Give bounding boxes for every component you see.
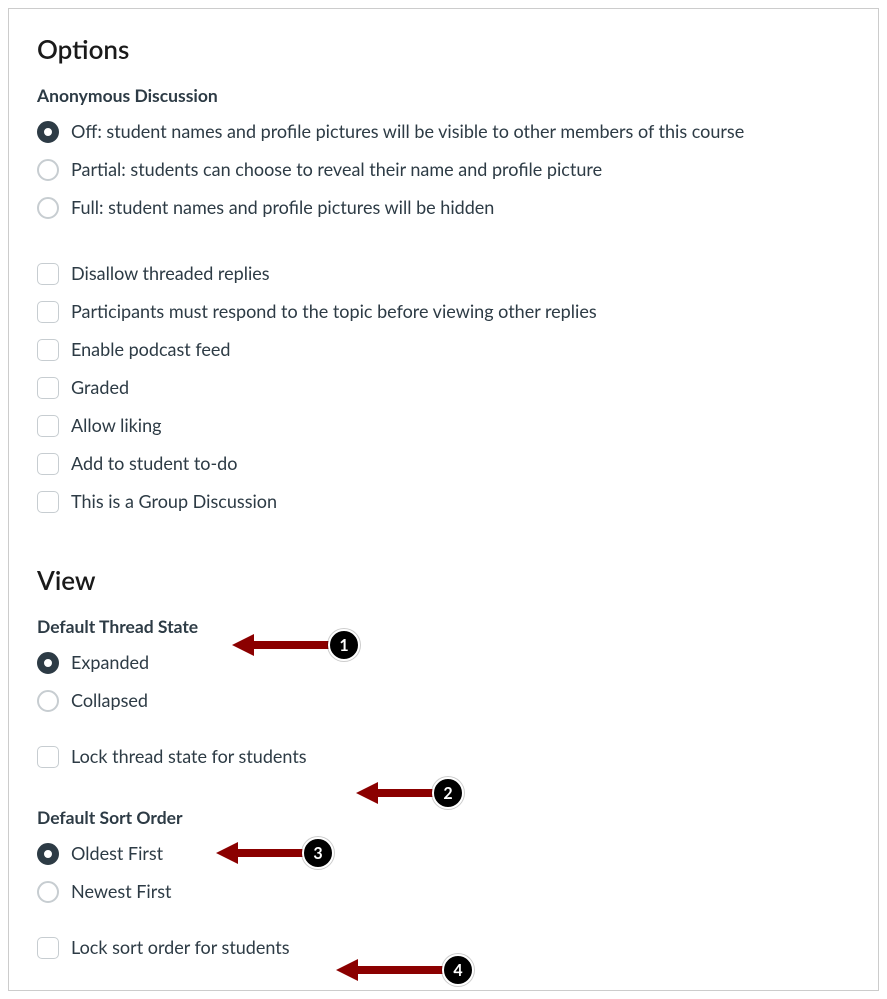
anonymous-discussion-title: Anonymous Discussion <box>37 85 850 106</box>
thread-expanded-label: Expanded <box>71 650 149 675</box>
anon-partial-row[interactable]: Partial: students can choose to reveal t… <box>37 154 850 186</box>
thread-state-title: Default Thread State <box>37 616 850 637</box>
lock-sort-order-row[interactable]: Lock sort order for students <box>37 932 850 964</box>
lock-thread-state-row[interactable]: Lock thread state for students <box>37 741 850 773</box>
graded-row[interactable]: Graded <box>37 372 850 404</box>
graded-label: Graded <box>71 375 129 400</box>
anon-off-label: Off: student names and profile pictures … <box>71 119 744 144</box>
radio-icon[interactable] <box>37 652 59 674</box>
radio-icon[interactable] <box>37 690 59 712</box>
lock-sort-order-label: Lock sort order for students <box>71 935 290 960</box>
options-panel: Options Anonymous Discussion Off: studen… <box>8 8 879 991</box>
checkbox-icon[interactable] <box>37 453 59 475</box>
anon-off-row[interactable]: Off: student names and profile pictures … <box>37 116 850 148</box>
todo-label: Add to student to-do <box>71 451 237 476</box>
sort-oldest-row[interactable]: Oldest First <box>37 838 850 870</box>
checkbox-icon[interactable] <box>37 746 59 768</box>
thread-collapsed-label: Collapsed <box>71 688 148 713</box>
thread-collapsed-row[interactable]: Collapsed <box>37 685 850 717</box>
anon-full-row[interactable]: Full: student names and profile pictures… <box>37 192 850 224</box>
checkbox-icon[interactable] <box>37 491 59 513</box>
sort-newest-row[interactable]: Newest First <box>37 876 850 908</box>
lock-thread-state-label: Lock thread state for students <box>71 744 307 769</box>
podcast-row[interactable]: Enable podcast feed <box>37 334 850 366</box>
anon-partial-label: Partial: students can choose to reveal t… <box>71 157 602 182</box>
must-respond-label: Participants must respond to the topic b… <box>71 299 597 324</box>
must-respond-row[interactable]: Participants must respond to the topic b… <box>37 296 850 328</box>
sort-order-title: Default Sort Order <box>37 807 850 828</box>
checkbox-icon[interactable] <box>37 301 59 323</box>
checkbox-icon[interactable] <box>37 263 59 285</box>
options-heading: Options <box>37 33 850 65</box>
anon-full-label: Full: student names and profile pictures… <box>71 195 494 220</box>
liking-row[interactable]: Allow liking <box>37 410 850 442</box>
radio-icon[interactable] <box>37 843 59 865</box>
checkbox-icon[interactable] <box>37 377 59 399</box>
radio-icon[interactable] <box>37 881 59 903</box>
disallow-threaded-row[interactable]: Disallow threaded replies <box>37 258 850 290</box>
podcast-label: Enable podcast feed <box>71 337 230 362</box>
checkbox-icon[interactable] <box>37 339 59 361</box>
group-discussion-row[interactable]: This is a Group Discussion <box>37 486 850 518</box>
group-discussion-label: This is a Group Discussion <box>71 489 277 514</box>
checkbox-icon[interactable] <box>37 415 59 437</box>
checkbox-icon[interactable] <box>37 937 59 959</box>
radio-icon[interactable] <box>37 121 59 143</box>
liking-label: Allow liking <box>71 413 162 438</box>
thread-expanded-row[interactable]: Expanded <box>37 647 850 679</box>
disallow-threaded-label: Disallow threaded replies <box>71 261 270 286</box>
view-heading: View <box>37 564 850 596</box>
radio-icon[interactable] <box>37 159 59 181</box>
sort-newest-label: Newest First <box>71 879 171 904</box>
sort-oldest-label: Oldest First <box>71 841 163 866</box>
radio-icon[interactable] <box>37 197 59 219</box>
todo-row[interactable]: Add to student to-do <box>37 448 850 480</box>
